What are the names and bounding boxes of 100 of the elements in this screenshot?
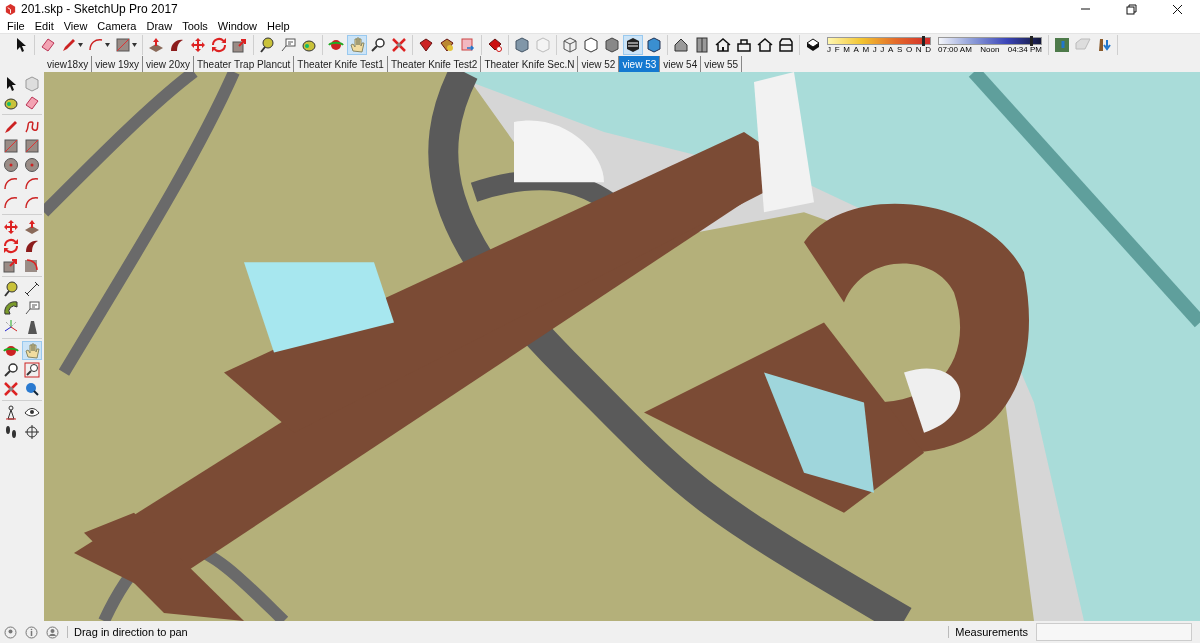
caret-icon [132, 43, 137, 47]
menu-item[interactable]: Camera [92, 19, 142, 32]
menu-item[interactable]: File [2, 19, 30, 32]
pencil-icon [61, 37, 77, 53]
magnifier-icon [3, 361, 19, 378]
month-label: A [853, 44, 859, 54]
cube-icon [604, 37, 620, 53]
expand-arrows-icon [391, 37, 407, 53]
time-label: 07:00 AM [938, 44, 972, 54]
measurements-field[interactable] [1036, 623, 1192, 641]
cube-icon [625, 37, 641, 53]
tool-button[interactable] [1, 279, 21, 298]
offset-icon [24, 256, 40, 273]
month-label: N [915, 44, 922, 54]
component-icon [418, 37, 434, 53]
squiggle-icon [24, 118, 40, 135]
menu-item[interactable]: Edit [29, 19, 59, 32]
rotate-icon [211, 37, 227, 53]
caret-icon [78, 43, 83, 47]
status-hint: Drag in direction to pan [67, 626, 941, 638]
hand-icon [24, 342, 40, 359]
gem-icon [487, 37, 503, 53]
tool-button[interactable] [581, 35, 601, 55]
slider-thumb[interactable] [1029, 35, 1033, 46]
tool-button[interactable] [623, 35, 643, 55]
arc-icon [3, 194, 19, 211]
month-label: S [896, 44, 903, 54]
month-label: O [905, 44, 913, 54]
tool-button[interactable] [22, 279, 42, 298]
label-icon [24, 299, 40, 316]
move-icon [3, 218, 19, 235]
month-label: A [887, 44, 894, 54]
magnifier-icon [24, 380, 40, 397]
cube-icon [583, 37, 599, 53]
time-slider[interactable] [938, 36, 1042, 45]
tape-measure-icon [3, 280, 19, 297]
cube-icon [514, 37, 530, 53]
slider-thumb[interactable] [921, 35, 925, 46]
arc-icon [24, 175, 40, 192]
month-label: M [843, 44, 850, 54]
tool-button[interactable] [257, 35, 277, 55]
time-label: Noon [980, 44, 1000, 54]
tool-button[interactable] [22, 360, 42, 379]
rotate-icon [3, 237, 19, 254]
arc-icon [24, 194, 40, 211]
protractor-icon [3, 299, 19, 316]
arc-icon [3, 175, 19, 192]
time-label: 04:34 PM [1007, 44, 1042, 54]
month-label: J [880, 44, 885, 54]
close-icon [1171, 3, 1183, 15]
app-logo-icon [4, 2, 17, 16]
map-icon [1054, 37, 1070, 53]
shaded-box-icon [805, 37, 821, 53]
footprints-icon [3, 423, 19, 440]
month-label: J [827, 44, 831, 54]
eraser-icon [40, 37, 56, 53]
location-pin-icon [4, 625, 17, 639]
menu-item[interactable]: View [58, 19, 93, 32]
window-title: 201.skp - SketchUp Pro 2017 [21, 2, 179, 16]
move-icon [190, 37, 206, 53]
expand-arrows-icon [3, 380, 19, 397]
person-icon [3, 404, 19, 421]
menu-item[interactable]: Draw [141, 19, 178, 32]
tool-button[interactable] [1, 298, 21, 317]
cube-icon [24, 75, 40, 92]
month-label: M [862, 44, 870, 54]
pencil-icon [3, 118, 19, 135]
magnifier-icon [370, 37, 386, 53]
circle-icon [24, 156, 40, 173]
user-icon [46, 625, 59, 639]
dimension-icon [24, 280, 40, 297]
component-icon [439, 37, 455, 53]
cube-icon [646, 37, 662, 53]
door-icon [694, 37, 710, 53]
tool-button[interactable] [644, 35, 664, 55]
orbit-icon [328, 37, 344, 53]
circle-icon [3, 156, 19, 173]
menu-item[interactable]: Tools [177, 19, 213, 32]
box-arrow-icon [24, 218, 40, 235]
scale-icon [3, 256, 19, 273]
month-label: J [872, 44, 877, 54]
date-slider[interactable] [827, 36, 931, 45]
month-label: D [925, 44, 931, 54]
scale-icon [232, 37, 248, 53]
menu-item[interactable]: Help [261, 19, 295, 32]
scene-tab[interactable]: view 53 [619, 56, 661, 72]
label-icon [280, 37, 296, 53]
measurements-label: Measurements [948, 626, 1028, 638]
maximize-icon [1125, 3, 1137, 15]
download-icon [1096, 37, 1112, 53]
zoom-window-icon [24, 361, 40, 378]
paint-bucket-icon [301, 37, 317, 53]
tool-button[interactable] [602, 35, 622, 55]
box-arrow-icon [148, 37, 164, 53]
crosshair-icon [24, 423, 40, 440]
menu-item[interactable]: Window [212, 19, 262, 32]
hand-icon [349, 37, 365, 53]
square-icon [3, 137, 19, 154]
arc-icon [88, 37, 104, 53]
tape-measure-icon [259, 37, 275, 53]
